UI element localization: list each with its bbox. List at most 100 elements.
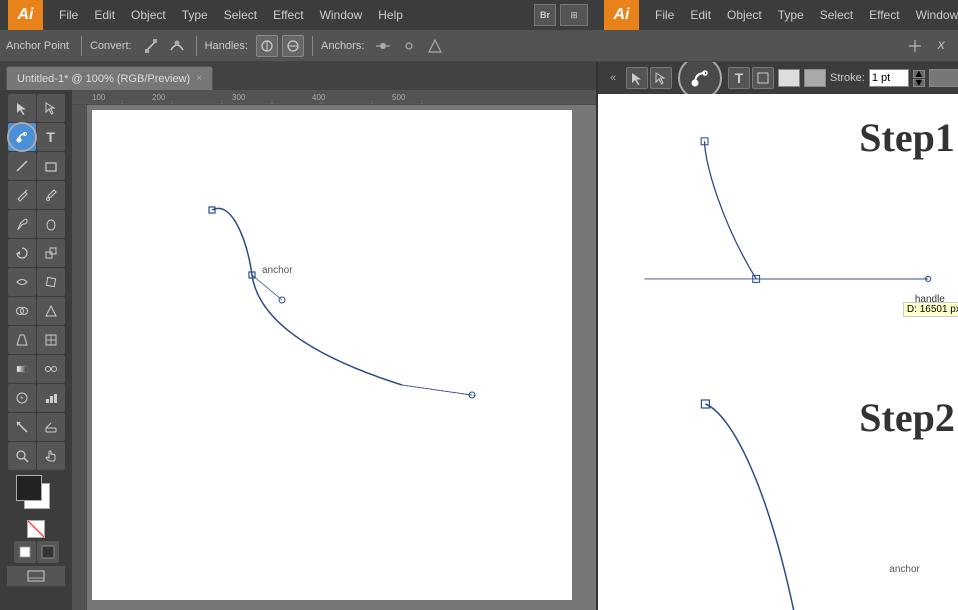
canvas-page: anchor (92, 110, 572, 600)
scale-tool-btn[interactable] (37, 239, 65, 267)
anchors-btn-1[interactable] (372, 35, 394, 57)
tool-row-13 (8, 442, 65, 470)
stroke-input[interactable] (869, 69, 909, 87)
anchor-point-tool-btn[interactable] (8, 123, 36, 151)
toolbar-row: Anchor Point Convert: Handles: Anchors: … (0, 30, 958, 62)
distribute-btn[interactable] (904, 35, 926, 57)
toolbar-separator-3 (312, 36, 313, 56)
right-toolbar: « T St (598, 62, 958, 94)
shape-builder-tool-btn[interactable] (8, 297, 36, 325)
menu-effect-left[interactable]: Effect (265, 0, 311, 30)
direct-selection-tool-btn[interactable] (37, 94, 65, 122)
convert-smooth-btn[interactable] (166, 35, 188, 57)
eraser-tool-btn[interactable] (37, 413, 65, 441)
tool-row-4 (8, 181, 65, 209)
tool-row-10 (8, 355, 65, 383)
menu-file-left[interactable]: File (51, 0, 86, 30)
color-area (6, 475, 66, 538)
hand-tool-btn[interactable] (37, 442, 65, 470)
main-area: Untitled-1* @ 100% (RGB/Preview) × (0, 62, 958, 610)
rotate-tool-btn[interactable] (8, 239, 36, 267)
stroke-down-btn[interactable]: ▼ (913, 79, 925, 87)
tool-row-6 (8, 239, 65, 267)
tool-row-2: T (8, 123, 65, 151)
workspace-icon[interactable]: ⊞ (560, 4, 588, 26)
line-tool-btn[interactable] (8, 152, 36, 180)
svg-text:300: 300 (232, 93, 246, 102)
svg-text:400: 400 (312, 93, 326, 102)
anchors-btn-3[interactable] (424, 35, 446, 57)
vertical-ruler (72, 105, 87, 610)
menu-select-right[interactable]: Select (812, 0, 861, 30)
menu-type-right[interactable]: Type (770, 0, 812, 30)
rt-type-btn[interactable]: T (728, 67, 750, 89)
stroke-label: Stroke: (830, 72, 865, 84)
anchors-btn-2[interactable] (398, 35, 420, 57)
svg-text:*: * (20, 395, 23, 404)
handles-label: Handles: (205, 40, 248, 52)
step2-svg (598, 384, 958, 610)
menu-object-right[interactable]: Object (719, 0, 770, 30)
perspective-tool-btn[interactable] (8, 326, 36, 354)
free-transform-tool-btn[interactable] (37, 268, 65, 296)
gradient-tool-btn[interactable] (8, 355, 36, 383)
stroke-spinners: ▲ ▼ (913, 70, 925, 87)
handles-btn-1[interactable] (256, 35, 278, 57)
zoom-tool-btn[interactable] (8, 442, 36, 470)
type-tool-btn[interactable]: T (37, 123, 65, 151)
rt-select-btn[interactable] (626, 67, 648, 89)
tab-close-btn[interactable]: × (196, 73, 202, 84)
horizontal-ruler: 100200 300400 500 (72, 90, 596, 105)
canvas-area: 100200 300400 500 (72, 90, 596, 610)
screen-mode-btn[interactable] (7, 566, 65, 586)
fill-color-box[interactable] (778, 69, 800, 87)
eyedropper-tool-btn[interactable] (37, 181, 65, 209)
tool-row-8 (8, 297, 65, 325)
rt-direct-select-btn[interactable] (650, 67, 672, 89)
normal-mode-btn[interactable] (14, 541, 36, 563)
paintbrush-tool-btn[interactable] (8, 210, 36, 238)
column-graph-btn[interactable] (37, 384, 65, 412)
symbol-tool-btn[interactable]: * (8, 384, 36, 412)
slice-tool-btn[interactable] (8, 413, 36, 441)
rt-tool4-btn[interactable] (752, 67, 774, 89)
blend-tool-btn[interactable] (37, 355, 65, 383)
left-toolbar: T (0, 90, 72, 610)
live-paint-tool-btn[interactable] (37, 297, 65, 325)
warp-tool-btn[interactable] (8, 268, 36, 296)
collapse-btn[interactable]: « (604, 69, 622, 87)
tool-row-7 (8, 268, 65, 296)
color-swatches[interactable] (16, 475, 56, 515)
menu-window-left[interactable]: Window (312, 0, 371, 30)
handles-btn-2[interactable] (282, 35, 304, 57)
blob-brush-tool-btn[interactable] (37, 210, 65, 238)
menu-help-left[interactable]: Help (370, 0, 411, 30)
menu-object-left[interactable]: Object (123, 0, 174, 30)
menu-effect-right[interactable]: Effect (861, 0, 907, 30)
illustration-area: Step1 handle D: 16501 px Step2 (598, 94, 958, 610)
left-panel: Untitled-1* @ 100% (RGB/Preview) × (0, 62, 596, 610)
bridge-icon[interactable]: Br (534, 4, 556, 26)
menu-file-right[interactable]: File (647, 0, 682, 30)
pencil-tool-btn[interactable] (8, 181, 36, 209)
tool-row-view (14, 541, 59, 563)
right-menubar: Ai File Edit Object Type Select Effect W… (596, 0, 958, 30)
fullscreen-mode-btn[interactable] (37, 541, 59, 563)
convert-corner-btn[interactable] (140, 35, 162, 57)
rect-tool-btn[interactable] (37, 152, 65, 180)
menu-edit-right[interactable]: Edit (682, 0, 719, 30)
svg-text:500: 500 (392, 93, 406, 102)
document-tab[interactable]: Untitled-1* @ 100% (RGB/Preview) × (6, 66, 213, 90)
menu-select-left[interactable]: Select (216, 0, 265, 30)
stroke-swatch[interactable] (16, 475, 42, 501)
stroke-color-box[interactable] (804, 69, 826, 87)
menu-edit-left[interactable]: Edit (86, 0, 123, 30)
menu-window-right[interactable]: Window (908, 0, 958, 30)
app-icon-left: Ai (8, 0, 43, 30)
x-axis-btn[interactable]: X (930, 35, 952, 57)
menu-type-left[interactable]: Type (174, 0, 216, 30)
selection-tool-btn[interactable] (8, 94, 36, 122)
stroke-dash-box[interactable] (929, 69, 958, 87)
no-color-btn[interactable] (27, 520, 45, 538)
mesh-tool-btn[interactable] (37, 326, 65, 354)
